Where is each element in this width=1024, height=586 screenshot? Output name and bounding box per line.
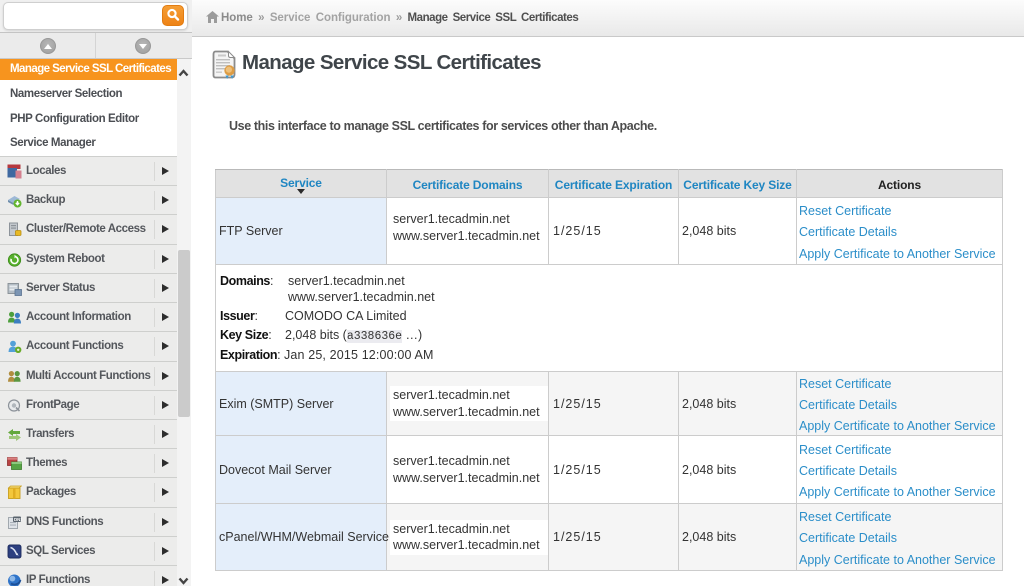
svg-text:DNS: DNS bbox=[14, 517, 22, 522]
